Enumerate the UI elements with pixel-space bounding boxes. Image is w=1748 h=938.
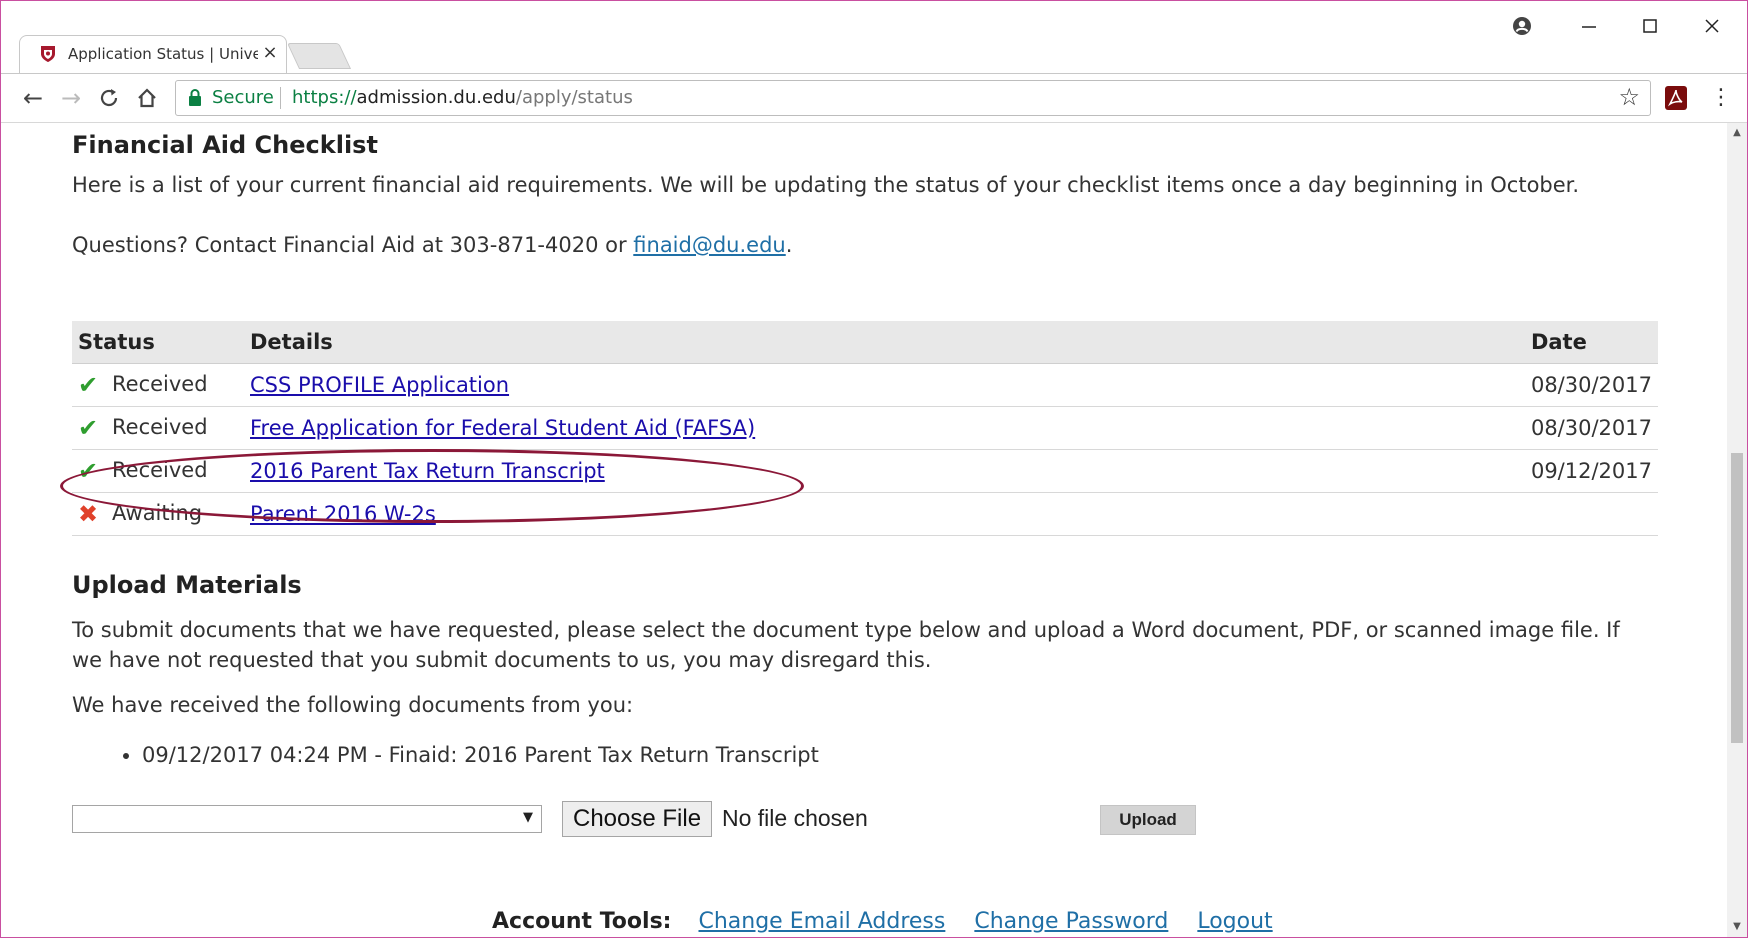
choose-file-button[interactable]: Choose File [562,801,713,837]
vertical-scrollbar[interactable]: ▲ ▼ [1727,123,1747,937]
account-tools: Account Tools: Change Email Address Chan… [492,909,1295,934]
tab-strip: Application Status | Unive × [1,1,1747,73]
table-header-row: Status Details Date [72,321,1658,364]
url-path: /apply/status [515,87,633,108]
financial-aid-title: Financial Aid Checklist [72,131,378,159]
finaid-email-link[interactable]: finaid@du.edu [633,233,785,257]
change-password-link[interactable]: Change Password [974,909,1168,934]
status-text: Received [112,458,208,482]
details-cell: Free Application for Federal Student Aid… [244,406,1525,450]
close-window-icon[interactable] [1689,11,1735,41]
new-tab-button[interactable] [286,43,352,69]
fafsa-link[interactable]: Free Application for Federal Student Aid… [250,416,755,440]
document-type-select[interactable]: ▼ [72,805,542,833]
contact-text: Questions? Contact Financial Aid at 303-… [72,233,634,257]
status-cell: ✔ Received [72,406,244,450]
table-row: ✔ Received 2016 Parent Tax Return Transcr… [72,449,1658,493]
details-cell: 2016 Parent Tax Return Transcript [244,449,1525,493]
upload-description: To submit documents that we have request… [72,618,1620,672]
status-text: Received [112,415,208,439]
account-tools-label: Account Tools: [492,909,672,934]
logout-link[interactable]: Logout [1197,909,1272,934]
financial-aid-contact: Questions? Contact Financial Aid at 303-… [72,233,792,257]
lock-icon [189,89,201,106]
column-header-details: Details [244,321,1525,364]
secure-label: Secure [212,87,274,108]
table-row: ✔ Received CSS PROFILE Application 08/30/… [72,363,1658,407]
tab-title: Application Status | Unive [68,45,258,63]
profile-icon[interactable] [1499,11,1545,41]
list-item: 09/12/2017 04:24 PM - Finaid: 2016 Paren… [142,735,819,775]
status-cell: ✖ Awaiting [72,492,244,536]
tab-close-icon[interactable]: × [260,43,280,63]
back-arrow-icon[interactable]: ← [17,82,49,114]
received-documents-label: We have received the following documents… [72,693,634,717]
bookmark-star-icon[interactable]: ☆ [1618,83,1640,111]
url-host: admission.du.edu [356,87,516,108]
css-profile-link[interactable]: CSS PROFILE Application [250,373,509,397]
details-cell: CSS PROFILE Application [244,363,1525,407]
address-bar[interactable]: Secure https://admission.du.edu/apply/st… [175,80,1651,116]
column-header-date: Date [1524,321,1658,364]
home-icon[interactable] [131,82,163,114]
change-email-link[interactable]: Change Email Address [698,909,945,934]
parent-w2s-link[interactable]: Parent 2016 W-2s [250,502,436,526]
date-cell: 08/30/2017 [1524,406,1658,450]
du-shield-icon [41,46,55,62]
browser-window: Application Status | Unive × ← → Secure [0,0,1748,938]
tab-application-status[interactable]: Application Status | Unive × [19,35,287,73]
maximize-icon[interactable] [1627,11,1673,41]
scroll-up-icon[interactable]: ▲ [1727,123,1747,143]
kebab-menu-icon[interactable]: ⋮ [1707,82,1735,114]
status-cell: ✔ Received [72,449,244,493]
forward-arrow-icon[interactable]: → [55,82,87,114]
url-text: https://admission.du.edu/apply/status [292,87,633,108]
check-icon: ✔ [78,371,99,399]
status-text: Received [112,372,208,396]
scroll-down-icon[interactable]: ▼ [1727,917,1747,937]
file-status-text: No file chosen [722,805,868,831]
page-viewport: Financial Aid Checklist Here is a list o… [1,123,1727,937]
details-cell: Parent 2016 W-2s [244,492,1525,536]
parent-tax-transcript-link[interactable]: 2016 Parent Tax Return Transcript [250,459,605,483]
select-arrow-icon: ▼ [523,810,533,825]
table-row: ✖ Awaiting Parent 2016 W-2s [72,492,1658,536]
status-text: Awaiting [112,501,203,525]
date-cell [1524,492,1658,536]
column-header-status: Status [72,321,244,364]
reload-icon[interactable] [93,82,125,114]
url-scheme: https:// [292,87,357,108]
contact-suffix: . [785,233,793,257]
financial-aid-checklist-table: Status Details Date ✔ Received CSS PROFIL… [72,321,1658,536]
acrobat-extension-icon[interactable] [1665,86,1687,110]
check-icon: ✔ [78,414,99,442]
status-cell: ✔ Received [72,363,244,407]
financial-aid-intro: Here is a list of your current financial… [72,173,1580,197]
table-row: ✔ Received Free Application for Federal S… [72,406,1658,450]
upload-materials-title: Upload Materials [72,571,302,599]
browser-toolbar: ← → Secure https://admission.du.edu/appl… [1,73,1747,123]
date-cell: 08/30/2017 [1524,363,1658,407]
upload-button[interactable]: Upload [1100,805,1196,835]
minimize-icon[interactable] [1566,11,1612,41]
check-icon: ✔ [78,457,99,485]
cross-icon: ✖ [78,500,99,528]
received-documents-list: 09/12/2017 04:24 PM - Finaid: 2016 Paren… [72,735,819,775]
scroll-thumb[interactable] [1731,453,1743,743]
date-cell: 09/12/2017 [1524,449,1658,493]
omnibox-divider [280,87,281,109]
